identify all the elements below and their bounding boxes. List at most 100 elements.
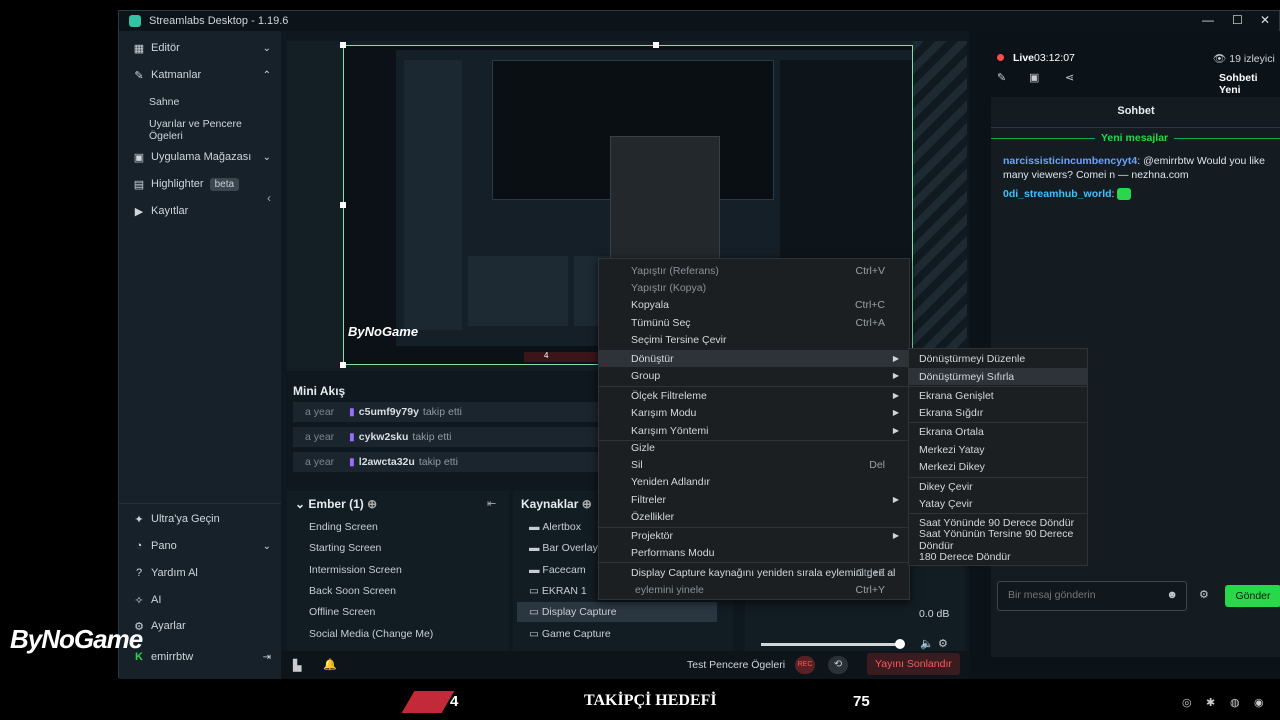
menu-item[interactable]: Yeniden Adlandır [599,473,909,490]
edit-icon[interactable]: ✎ [997,71,1006,84]
menu-item[interactable]: Performans Modu [599,544,909,561]
submenu-arrow-icon: ▶ [892,495,899,504]
menu-item[interactable]: Group ▶ [599,367,909,384]
sidebar-item-ai[interactable]: ✧ AI [133,590,271,610]
menu-item[interactable]: Yapıştır (Kopya) [599,279,909,296]
resize-handle[interactable] [340,202,346,208]
sidebar-item-layers[interactable]: ✎ Katmanlar ⌃ [133,65,271,85]
chat-tab[interactable]: Sohbeti Yeni [1219,72,1280,96]
send-button[interactable]: Gönder [1225,585,1280,607]
speaker-icon[interactable]: 🔈 [920,637,934,650]
submenu-item[interactable]: Merkezi Dikey [909,458,1087,475]
sidebar-item-recordings[interactable]: ▶ Kayıtlar [133,201,271,221]
submenu-item[interactable]: Dönüştürmeyi Düzenle [909,350,1087,367]
sidebar-item-ultra[interactable]: ✦ Ultra'ya Geçin [133,509,271,529]
collapse-arrow-icon[interactable]: ‹ [267,191,271,205]
source-item[interactable]: ▭ Game Capture [517,624,717,644]
bell-icon[interactable]: 🔔 [323,658,337,671]
scene-item[interactable]: Offline Screen [297,602,497,622]
menu-item[interactable]: Display Capture kaynağını yeniden sırala… [599,564,909,581]
tray-icon[interactable]: ◎ [1182,696,1192,709]
menu-item[interactable]: eylemini yinele Ctrl+Y [599,581,909,598]
submenu-item[interactable]: Ekrana Sığdır [909,404,1087,421]
sidebar-item-highlighter[interactable]: ▤ Highlighter beta [133,174,271,194]
chat-user[interactable]: narcissisticincumbencyyt4 [1003,155,1137,167]
emoji-icon[interactable]: ☻ [1166,589,1178,601]
submenu-item[interactable]: 180 Derece Döndür [909,548,1087,565]
submenu-item[interactable]: Ekrana Genişlet [909,387,1087,404]
submenu-item[interactable]: Saat Yönünün Tersine 90 Derece Döndür [909,528,1087,552]
feed-user: c5umf9y79y [358,406,419,418]
menu-item[interactable]: Projektör ▶ [599,527,909,544]
sidebar-item-help[interactable]: ? Yardım Al [133,563,271,583]
menu-item[interactable]: Karışım Modu ▶ [599,404,909,421]
minimize-icon[interactable]: — [1202,13,1214,27]
submenu-arrow-icon: ▶ [892,371,899,380]
logout-icon[interactable]: ⇥ [263,652,271,663]
menu-item[interactable]: Karışım Yöntemi ▶ [599,422,909,439]
chat-user[interactable]: 0di_streamhub_world [1003,188,1112,200]
end-stream-button[interactable]: Yayını Sonlandır [867,653,960,675]
folder-icon: ▬ [529,564,543,576]
resize-handle[interactable] [340,362,346,368]
sidebar-item-dashboard[interactable]: ◔ Pano ⌄ [133,536,271,556]
sidebar-item-account[interactable]: K emirrbtw ⇥ [133,647,271,667]
menu-item[interactable]: Kopyala Ctrl+C [599,296,909,313]
scene-item[interactable]: Intermission Screen [297,560,497,580]
resize-handle[interactable] [340,42,346,48]
store-icon[interactable]: ▣ [1029,71,1039,84]
sidebar-item-editor[interactable]: ▦ Editör ⌄ [133,38,271,58]
chat-input[interactable] [1008,589,1158,601]
feed-row[interactable]: a year ▮ l2awcta32u takip etti [293,452,613,472]
rec-button[interactable]: REC [795,656,815,674]
sidebar-item-settings[interactable]: ⚙ Ayarlar [133,616,271,636]
scene-item[interactable]: Back Soon Screen [297,581,497,601]
menu-item[interactable]: Filtreler ▶ [599,491,909,508]
scene-item[interactable]: Starting Screen [297,538,497,558]
bluetooth-icon[interactable]: ✱ [1206,696,1215,709]
feed-row[interactable]: a year ▮ c5umf9y79y takip etti [293,402,613,422]
menu-item[interactable]: Dönüştür ▶ [599,350,909,367]
sidebar-item-label: AI [151,594,162,606]
submenu-item[interactable]: Ekrana Ortala [909,423,1087,440]
window-title: Streamlabs Desktop - 1.19.6 [149,15,289,27]
sidebar-item-app-store[interactable]: ▣ Uygulama Mağazası ⌄ [133,147,271,167]
source-item[interactable]: ▭ Display Capture [517,602,717,622]
submenu-item[interactable]: Merkezi Yatay [909,441,1087,458]
maximize-icon[interactable]: ☐ [1232,13,1243,27]
test-widgets-button[interactable]: Test Pencere Ögeleri [687,659,785,671]
submenu-item[interactable]: Dikey Çevir [909,478,1087,495]
scene-item[interactable]: Ending Screen [297,517,497,537]
collapse-icon[interactable]: ⇤ [487,497,496,510]
submenu-item[interactable]: Yatay Çevir [909,495,1087,512]
gear-icon[interactable]: ⚙ [938,637,948,650]
menu-item[interactable]: Sil Del [599,456,909,473]
submenu-item[interactable]: Dönüştürmeyi Sıfırla [909,368,1087,385]
menu-item[interactable]: Tümünü Seç Ctrl+A [599,314,909,331]
feed-user: l2awcta32u [358,456,415,468]
resize-handle[interactable] [653,42,659,48]
gear-icon[interactable]: ⚙ [1199,588,1209,601]
submenu-arrow-icon: ▶ [892,354,899,363]
tray-icon[interactable]: ◍ [1230,696,1240,709]
menu-item[interactable]: Gizle [599,439,909,456]
menu-item[interactable]: Yapıştır (Referans) Ctrl+V [599,262,909,279]
replay-icon[interactable]: ⟲ [828,656,848,674]
steam-icon[interactable]: ◉ [1254,696,1264,709]
sidebar-sub-alerts[interactable]: Uyarılar ve Pencere Ögeleri [149,118,259,142]
menu-item[interactable]: Özellikler [599,508,909,525]
chat-input-box[interactable]: ☻ [997,581,1187,611]
chart-icon[interactable]: ▙ [293,659,301,672]
divider [991,127,1280,128]
menu-item[interactable]: Seçimi Tersine Çevir [599,331,909,348]
folder-icon: ▬ [529,542,543,554]
twitch-icon: ▮ [349,406,355,418]
menu-item[interactable]: Ölçek Filtreleme ▶ [599,387,909,404]
share-icon[interactable]: ⋖ [1065,71,1074,84]
sidebar-sub-scene[interactable]: Sahne [149,96,259,108]
close-icon[interactable]: ✕ [1260,13,1270,27]
volume-slider[interactable] [761,643,901,646]
volume-slider-thumb[interactable] [895,639,905,649]
feed-row[interactable]: a year ▮ cykw2sku takip etti [293,427,613,447]
scene-item[interactable]: Social Media (Change Me) [297,624,497,644]
